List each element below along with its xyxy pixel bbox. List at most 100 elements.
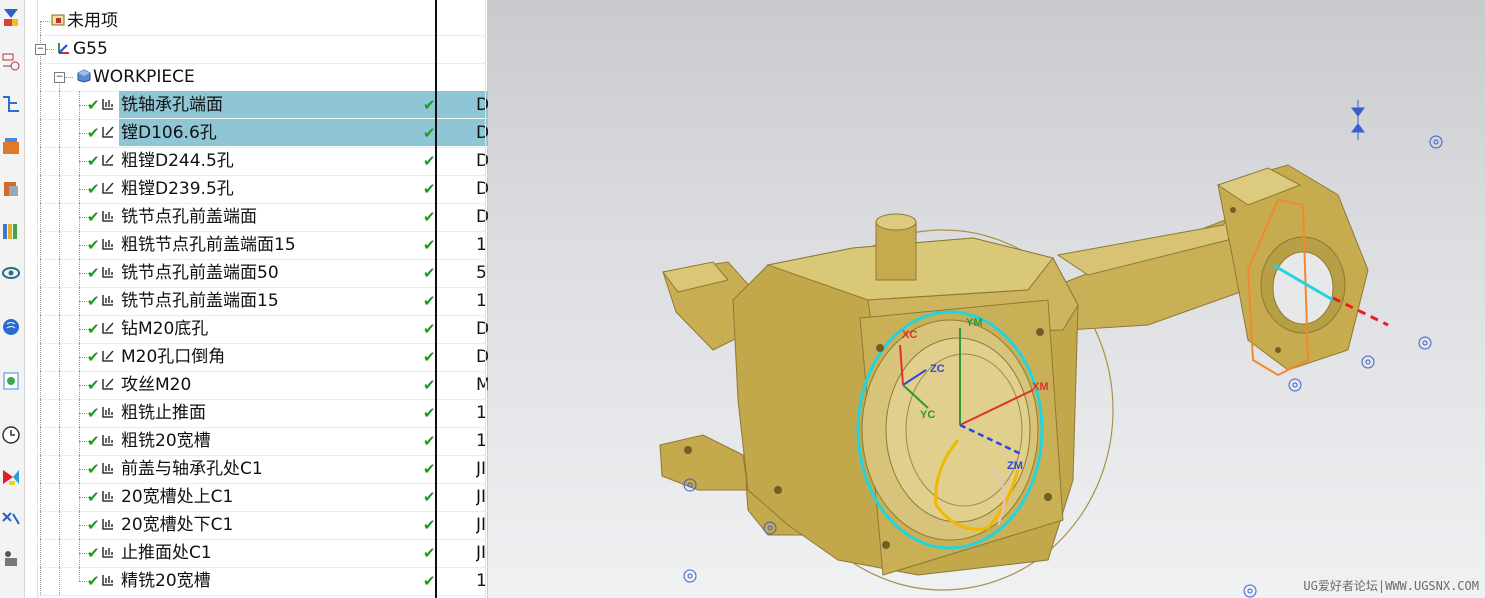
operation-row[interactable]: ✔ M20孔口倒角 ✔ D [37, 343, 490, 372]
operation-row[interactable]: ✔ 止推面处C1 ✔ JI [37, 539, 490, 568]
operation-navigator: 未用项 − G55− WORKPIECE ✔ 铣轴承孔端面 ✔ D ✔ 镗D106.6孔 ✔ D ✔ 粗镗… [25, 0, 513, 598]
row-label: G55 [73, 39, 108, 59]
row-label: 铣节点孔前盖端面 [121, 207, 257, 227]
operation-row[interactable]: ✔ 镗D106.6孔 ✔ D [37, 119, 490, 148]
mill-operation-icon [102, 463, 113, 474]
row-label: 粗镗D239.5孔 [121, 179, 234, 199]
xc-label: XC [902, 329, 917, 341]
toolpath-status-icon: ✔ [423, 152, 436, 170]
row-label: 攻丝M20 [121, 375, 192, 395]
operation-navigator-icon[interactable] [1, 93, 21, 115]
complete-check-icon: ✔ [87, 236, 100, 254]
row-label: 粗铣止推面 [121, 403, 206, 423]
mill-operation-icon [102, 407, 113, 418]
complete-check-icon: ✔ [87, 404, 100, 422]
complete-check-icon: ✔ [87, 460, 100, 478]
complete-check-icon: ✔ [87, 432, 100, 450]
collapse-toggle[interactable]: − [35, 44, 46, 55]
workpiece-icon [77, 69, 91, 83]
complete-check-icon: ✔ [87, 544, 100, 562]
lower-left-ear [659, 434, 749, 491]
column-divider-secondary [485, 0, 486, 598]
boss-bore [1272, 251, 1334, 325]
complete-check-icon: ✔ [87, 264, 100, 282]
mill-operation-icon [102, 575, 113, 586]
tool-library-icon[interactable] [1, 136, 21, 158]
operation-row[interactable]: ✔ 前盖与轴承孔处C1 ✔ JI [37, 455, 490, 484]
clock-icon[interactable] [1, 424, 21, 446]
collapse-toggle[interactable]: − [54, 72, 65, 83]
complete-check-icon: ✔ [87, 348, 100, 366]
complete-check-icon: ✔ [87, 376, 100, 394]
system-scenes-icon[interactable] [1, 548, 21, 570]
complete-check-icon: ✔ [87, 292, 100, 310]
machine-tool-view-icon[interactable] [1, 6, 21, 28]
complete-check-icon: ✔ [87, 124, 100, 142]
operation-row[interactable]: ✔ 铣节点孔前盖端面 ✔ D [37, 203, 490, 232]
complete-check-icon: ✔ [87, 152, 100, 170]
tree-node[interactable]: − G55 [35, 35, 490, 64]
material-library-icon[interactable] [1, 220, 21, 242]
drill-operation-icon [102, 322, 114, 334]
history-icon[interactable] [1, 370, 21, 392]
mcs-icon [58, 43, 69, 54]
tree-node[interactable]: 未用项 [37, 7, 490, 36]
toolpath-status-icon: ✔ [423, 460, 436, 478]
row-label: 止推面处C1 [121, 543, 212, 563]
operation-row[interactable]: ✔ 20宽槽处上C1 ✔ JI [37, 483, 490, 512]
top-post [875, 221, 917, 281]
column-divider[interactable] [435, 0, 437, 598]
complete-check-icon: ✔ [87, 516, 100, 534]
row-label: 铣节点孔前盖端面15 [121, 291, 279, 311]
drill-operation-icon [102, 154, 114, 166]
toolpath-status-icon: ✔ [423, 124, 436, 142]
graphics-window[interactable]: XC ZC YC YM XM ZM UG爱好者论坛|WWW.UGSNX.COM [488, 0, 1485, 598]
operation-row[interactable]: ✔ 精铣20宽槽 ✔ 1 [37, 567, 490, 596]
operation-row[interactable]: ✔ 铣轴承孔端面 ✔ D [37, 91, 490, 120]
row-label: 前盖与轴承孔处C1 [121, 459, 263, 479]
toolpath-status-icon: ✔ [423, 292, 436, 310]
toolpath-status-icon: ✔ [423, 96, 436, 114]
toolpath-status-icon: ✔ [423, 208, 436, 226]
operation-row[interactable]: ✔ 20宽槽处下C1 ✔ JI [37, 511, 490, 540]
operation-row[interactable]: ✔ 粗铣节点孔前盖端面15 ✔ 1 [37, 231, 490, 260]
machine-library-icon[interactable] [1, 178, 21, 200]
row-label: 铣节点孔前盖端面50 [121, 263, 279, 283]
row-label: 20宽槽处上C1 [121, 487, 234, 507]
visualization-icon[interactable] [1, 262, 21, 284]
resource-bar [0, 0, 25, 598]
drill-operation-icon [102, 126, 114, 138]
operation-row[interactable]: ✔ 粗铣20宽槽 ✔ 1 [37, 427, 490, 456]
operation-row[interactable]: ✔ 钻M20底孔 ✔ D [37, 315, 490, 344]
ym-label: YM [966, 317, 983, 329]
part-model[interactable]: XC ZC YC YM XM ZM [488, 0, 1485, 598]
toolpath-status-icon: ✔ [423, 516, 436, 534]
yc-label: YC [920, 409, 935, 421]
roles-icon[interactable] [1, 508, 21, 530]
complete-check-icon: ✔ [87, 488, 100, 506]
operation-row[interactable]: ✔ 铣节点孔前盖端面50 ✔ 5 [37, 259, 490, 288]
complete-check-icon: ✔ [87, 96, 100, 114]
toolpath-status-icon: ✔ [423, 432, 436, 450]
row-label: 粗镗D244.5孔 [121, 151, 234, 171]
tree-node[interactable]: − WORKPIECE [37, 63, 490, 92]
mill-operation-icon [102, 547, 113, 558]
mill-operation-icon [102, 435, 113, 446]
row-label: 铣轴承孔端面 [121, 95, 223, 115]
operation-row[interactable]: ✔ 粗镗D244.5孔 ✔ D [37, 147, 490, 176]
mill-operation-icon [102, 99, 113, 110]
tool-axis-marker [1351, 100, 1365, 140]
mill-operation-icon [102, 519, 113, 530]
operation-row[interactable]: ✔ 铣节点孔前盖端面15 ✔ 1 [37, 287, 490, 316]
operation-row[interactable]: ✔ 粗镗D239.5孔 ✔ D [37, 175, 490, 204]
geometry-view-icon[interactable] [1, 50, 21, 72]
web-browser-icon[interactable] [1, 316, 21, 338]
color-palette-icon[interactable] [1, 466, 21, 488]
toolpath-status-icon: ✔ [423, 180, 436, 198]
toolpath-status-icon: ✔ [423, 376, 436, 394]
watermark: UG爱好者论坛|WWW.UGSNX.COM [1303, 579, 1479, 593]
drill-operation-icon [102, 378, 114, 390]
operation-row[interactable]: ✔ 攻丝M20 ✔ M [37, 371, 490, 400]
operation-row[interactable]: ✔ 粗铣止推面 ✔ 1 [37, 399, 490, 428]
toolpath-status-icon: ✔ [423, 544, 436, 562]
